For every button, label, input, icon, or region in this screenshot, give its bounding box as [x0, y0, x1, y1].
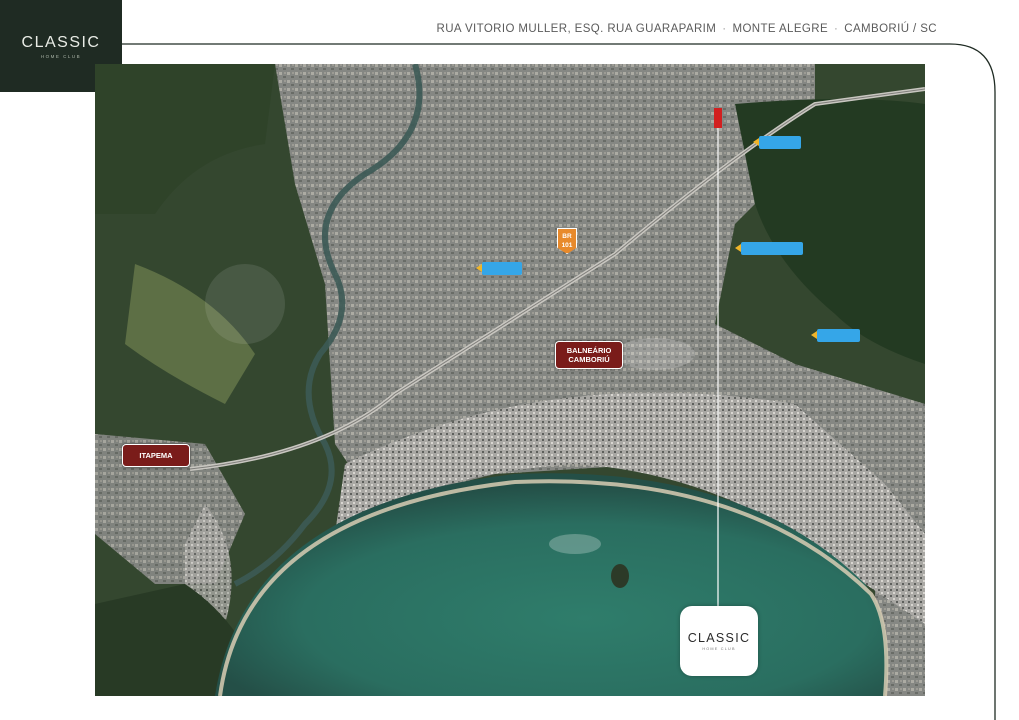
- satellite-map[interactable]: BR 101 BALNEÁRIO CAMBORIÚ ITAPEMA CLASSI…: [95, 64, 925, 696]
- address-neighborhood: MONTE ALEGRE: [732, 23, 829, 35]
- city-label-balneario-camboriu[interactable]: BALNEÁRIO CAMBORIÚ: [555, 341, 623, 369]
- city-label-itapema[interactable]: ITAPEMA: [122, 444, 190, 467]
- address-header: RUA VITORIO MULLER, ESQ. RUA GUARAPARIM ·…: [437, 23, 938, 35]
- map-imagery: [95, 64, 925, 696]
- city-label-line: BALNEÁRIO: [566, 346, 612, 355]
- badge-name: CLASSIC: [687, 631, 751, 645]
- highway-number: 101: [561, 242, 573, 249]
- logo-name: CLASSIC: [21, 33, 101, 51]
- address-city: CAMBORIÚ / SC: [844, 23, 937, 35]
- address-street: RUA VITORIO MULLER, ESQ. RUA GUARAPARIM: [436, 23, 717, 35]
- poi-pin[interactable]: [811, 329, 860, 342]
- address-separator: ·: [722, 23, 727, 35]
- development-badge[interactable]: CLASSIC HOME CLUB: [680, 606, 758, 676]
- location-marker: [714, 108, 722, 128]
- address-separator: ·: [834, 23, 839, 35]
- poi-pin[interactable]: [476, 262, 522, 275]
- badge-subtitle: HOME CLUB: [702, 647, 736, 651]
- city-label-line: ITAPEMA: [139, 451, 173, 460]
- poi-pin[interactable]: [753, 136, 801, 149]
- logo-subtitle: HOME CLUB: [40, 53, 82, 59]
- highway-prefix: BR: [562, 233, 572, 240]
- poi-pin[interactable]: [735, 242, 803, 255]
- city-label-line: CAMBORIÚ: [568, 355, 610, 364]
